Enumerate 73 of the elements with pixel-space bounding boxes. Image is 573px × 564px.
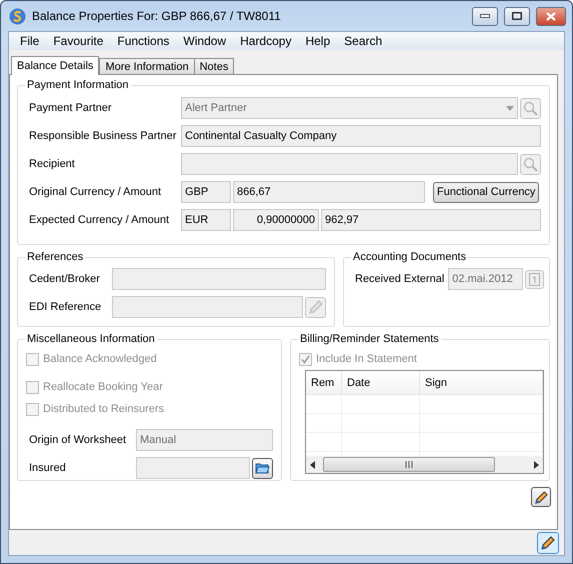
search-button[interactable] <box>520 154 541 174</box>
pencil-icon <box>308 299 324 315</box>
edi-reference-field[interactable] <box>112 296 303 318</box>
amount-field[interactable]: 866,67 <box>233 181 425 203</box>
maximize-icon <box>512 12 522 20</box>
checkbox-label: Distributed to Reinsurers <box>43 403 164 415</box>
menu-item[interactable]: Hardcopy <box>233 34 298 48</box>
scroll-left-icon <box>310 460 315 468</box>
table-cell <box>306 433 342 452</box>
checkbox-label: Reallocate Booking Year <box>43 381 163 393</box>
close-icon <box>546 12 556 20</box>
app-logo-icon <box>9 8 26 24</box>
checkbox-label: Balance Acknowledged <box>43 353 157 365</box>
check-icon <box>301 354 310 364</box>
scrollbar-thumb[interactable] <box>323 457 495 472</box>
field-label: Recipient <box>29 158 76 170</box>
group-title: Payment Information <box>26 79 130 91</box>
checkbox-label: Include In Statement <box>316 353 417 365</box>
tab[interactable]: Balance Details <box>11 56 100 75</box>
currency-field[interactable]: EUR <box>181 209 231 231</box>
edit-button[interactable] <box>537 532 559 554</box>
scroll-right-icon <box>534 460 539 468</box>
exchange-rate-field[interactable]: 0,90000000 <box>233 209 319 231</box>
field-label: EDI Reference <box>29 301 102 313</box>
field-label: Payment Partner <box>29 102 113 114</box>
pencil-icon <box>534 490 548 504</box>
field-label: Expected Currency / Amount <box>29 214 170 226</box>
field-label: Received External <box>355 273 444 285</box>
table-cell <box>306 414 342 433</box>
minimize-button[interactable] <box>472 6 498 26</box>
menu-item[interactable]: File <box>13 34 46 48</box>
tab[interactable]: More Information <box>99 58 195 75</box>
group-title: Accounting Documents <box>352 251 468 263</box>
field-label: Cedent/Broker <box>29 273 101 285</box>
calendar-icon <box>529 272 540 286</box>
currency-field[interactable]: GBP <box>181 181 231 203</box>
group-title: Miscellaneous Information <box>26 333 156 345</box>
field-label: Responsible Business Partner <box>29 130 178 142</box>
calendar-button[interactable] <box>525 270 544 288</box>
menu-item[interactable]: Functions <box>110 34 176 48</box>
responsible-partner-field[interactable]: Continental Casualty Company <box>181 125 541 147</box>
column-header[interactable]: Sign <box>420 371 543 394</box>
grip-icon <box>404 461 414 468</box>
field-label: Original Currency / Amount <box>29 186 162 198</box>
insured-field[interactable] <box>136 457 250 479</box>
group-title: References <box>26 251 84 263</box>
search-icon <box>523 156 538 172</box>
window-title: Balance Properties For: GBP 866,67 / TW8011 <box>32 9 282 23</box>
amount-field[interactable]: 962,97 <box>321 209 541 231</box>
menu-item[interactable]: Window <box>176 34 234 48</box>
menu-item[interactable]: Favourite <box>46 34 110 48</box>
dropdown-arrow-icon <box>506 106 514 110</box>
search-button[interactable] <box>520 98 541 118</box>
edit-document-button[interactable] <box>531 487 551 507</box>
minimize-icon <box>480 14 490 18</box>
search-icon <box>523 100 538 116</box>
cedent-broker-field[interactable] <box>112 268 326 290</box>
folder-icon <box>255 462 270 474</box>
menu-item[interactable]: Help <box>298 34 338 48</box>
browse-button[interactable] <box>252 458 273 478</box>
maximize-button[interactable] <box>504 6 530 26</box>
pencil-icon <box>540 534 556 550</box>
menu-item[interactable]: Search <box>337 34 390 48</box>
field-label: Origin of Worksheet <box>29 434 128 446</box>
group-title: Billing/Reminder Statements <box>299 333 440 345</box>
recipient-field[interactable] <box>181 153 518 175</box>
horizontal-scrollbar[interactable] <box>306 456 543 473</box>
functional-currency-button[interactable]: Functional Currency <box>433 182 540 202</box>
close-button[interactable] <box>536 6 566 26</box>
column-header[interactable]: Rem <box>306 371 342 394</box>
tab[interactable]: Notes <box>194 58 234 75</box>
field-label: Insured <box>29 462 67 474</box>
column-header[interactable]: Date <box>342 371 420 394</box>
